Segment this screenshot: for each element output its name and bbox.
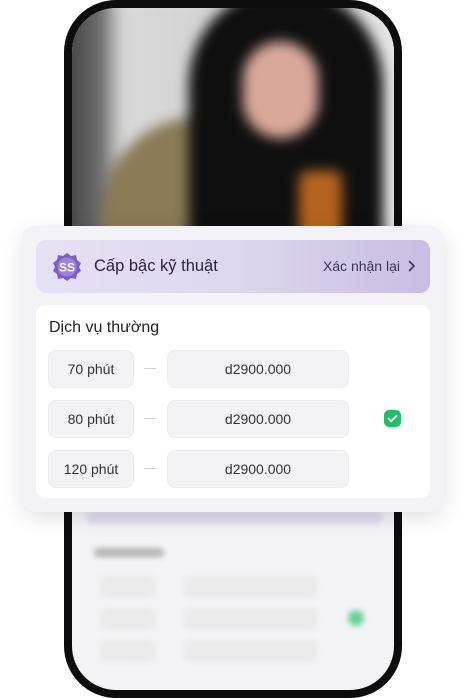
service-row[interactable]: 70 phút d2900.000 — [48, 350, 418, 388]
price-field[interactable]: d2900.000 — [167, 350, 349, 388]
skill-level-card: SS Cấp bậc kỹ thuật Xác nhận lại Dịch vụ… — [22, 226, 444, 512]
checkmark-icon[interactable] — [384, 410, 401, 427]
service-panel: Dịch vụ thường 70 phút d2900.000 80 phút… — [36, 305, 430, 498]
reconfirm-label: Xác nhận lại — [322, 258, 400, 274]
duration-field[interactable]: 120 phút — [48, 450, 134, 488]
svg-text:SS: SS — [59, 261, 75, 275]
price-field[interactable]: d2900.000 — [167, 400, 349, 438]
service-title: Dịch vụ thường — [49, 319, 160, 336]
price-field[interactable]: d2900.000 — [167, 450, 349, 488]
reconfirm-button[interactable]: Xác nhận lại — [323, 258, 416, 274]
chevron-right-icon — [408, 260, 415, 272]
service-row[interactable]: 120 phút d2900.000 — [48, 450, 418, 488]
dash-separator — [144, 418, 156, 419]
duration-field[interactable]: 80 phút — [48, 400, 134, 438]
skill-level-header: SS Cấp bậc kỹ thuật Xác nhận lại — [36, 240, 430, 293]
service-row[interactable]: 80 phút d2900.000 — [48, 400, 418, 438]
skill-level-title: Cấp bậc kỹ thuật — [94, 257, 218, 275]
duration-field[interactable]: 70 phút — [48, 350, 134, 388]
dash-separator — [144, 468, 156, 469]
dash-separator — [144, 368, 156, 369]
ss-badge-icon: SS — [53, 253, 81, 281]
